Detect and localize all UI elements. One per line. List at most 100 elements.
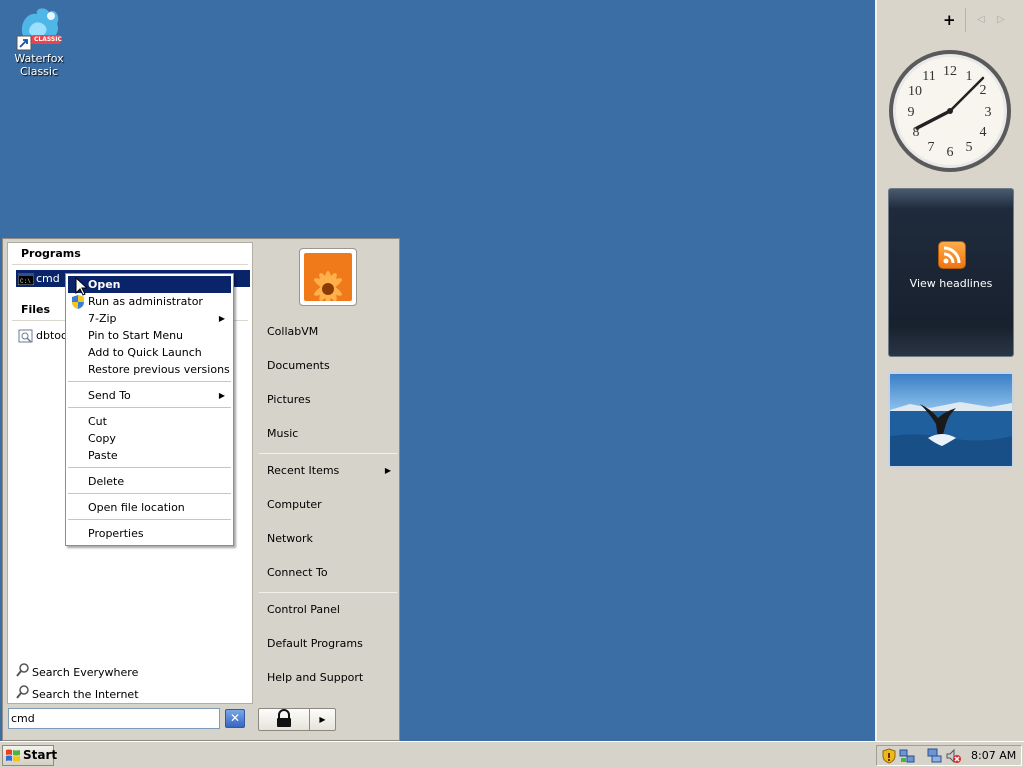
start-link-help-and-support[interactable]: Help and Support: [267, 668, 397, 688]
right-pane-divider: [259, 453, 397, 454]
cmd-icon: C:\: [17, 272, 35, 286]
slide-show-gadget[interactable]: [888, 372, 1014, 468]
clock-gadget[interactable]: 12 1 2 345 678 9 10 11: [887, 48, 1013, 174]
svg-text:3: 3: [985, 105, 992, 120]
network-disconnected-icon[interactable]: [927, 748, 943, 764]
analog-clock-icon: 12 12 345 678 91011: [889, 50, 1011, 172]
add-gadget-button[interactable]: +: [943, 10, 956, 30]
submenu-arrow-icon: ▶: [384, 466, 391, 475]
svg-text:4: 4: [980, 125, 987, 140]
desktop-icon-label-line1: Waterfox: [14, 52, 64, 65]
close-icon: ✕: [229, 711, 241, 725]
context-separator: [68, 381, 231, 383]
desktop-icon-waterfox[interactable]: CLASSIC Waterfox Classic: [6, 6, 72, 78]
send-to-label: Send To: [88, 389, 131, 402]
start-link-computer[interactable]: Computer: [267, 495, 397, 515]
lock-icon: [277, 709, 291, 727]
start-search-input[interactable]: cmd: [8, 708, 220, 729]
programs-heading: Programs: [21, 247, 81, 260]
taskbar: Start 8:07 AM: [0, 741, 1024, 768]
view-headlines-label[interactable]: View headlines: [889, 277, 1013, 290]
search-internet-link[interactable]: Search the Internet: [16, 685, 139, 703]
context-add-to-quick-launch[interactable]: Add to Quick Launch: [68, 344, 231, 361]
start-link-documents[interactable]: Documents: [267, 356, 397, 376]
start-link-network[interactable]: Network: [267, 529, 397, 549]
feed-headlines-gadget[interactable]: View headlines: [888, 188, 1014, 357]
context-separator: [68, 493, 231, 495]
context-cut[interactable]: Cut: [68, 413, 231, 430]
search-everywhere-link[interactable]: Search Everywhere: [16, 663, 138, 681]
rss-icon: [938, 241, 966, 269]
context-7zip[interactable]: 7-Zip ▶: [68, 310, 231, 327]
start-link-recent-items[interactable]: Recent Items ▶: [267, 461, 397, 481]
clear-search-button[interactable]: ✕: [225, 709, 245, 728]
start-link-connect-to[interactable]: Connect To: [267, 563, 397, 583]
files-heading: Files: [21, 303, 51, 316]
context-properties[interactable]: Properties: [68, 525, 231, 542]
run-as-admin-label: Run as administrator: [88, 295, 203, 308]
start-button[interactable]: Start: [2, 745, 58, 766]
svg-text:C:\: C:\: [20, 278, 31, 285]
lock-button[interactable]: [258, 708, 310, 731]
svg-text:9: 9: [908, 105, 915, 120]
search-icon: [16, 685, 32, 705]
programs-divider: [12, 264, 248, 265]
svg-text:12: 12: [943, 64, 957, 79]
context-open-file-location[interactable]: Open file location: [68, 499, 231, 516]
context-run-as-administrator[interactable]: Run as administrator: [68, 293, 231, 310]
previous-page-button[interactable]: ◁: [977, 10, 985, 30]
network-status-icon[interactable]: [899, 748, 915, 764]
context-paste[interactable]: Paste: [68, 447, 231, 464]
classic-badge: CLASSIC: [34, 36, 62, 43]
right-pane-divider: [259, 592, 397, 593]
submenu-arrow-icon: ▶: [218, 391, 225, 400]
uac-shield-icon: [72, 295, 84, 309]
mouse-cursor-icon: [75, 277, 87, 296]
context-send-to[interactable]: Send To ▶: [68, 387, 231, 404]
svg-text:10: 10: [908, 84, 922, 99]
volume-muted-icon[interactable]: [945, 748, 961, 764]
context-delete[interactable]: Delete: [68, 473, 231, 490]
search-internet-label: Search the Internet: [32, 688, 139, 701]
security-shield-icon[interactable]: [881, 748, 897, 764]
svg-text:5: 5: [966, 140, 973, 155]
search-everywhere-label: Search Everywhere: [32, 666, 139, 679]
windows-sidebar: + ◁ ▷ 12 1 2 345 678 9 10 11 View headli…: [875, 0, 1024, 741]
next-page-button[interactable]: ▷: [997, 10, 1005, 30]
start-link-control-panel[interactable]: Control Panel: [267, 600, 397, 620]
start-button-label: Start: [23, 748, 58, 762]
whale-tail-photo: [890, 374, 1012, 466]
recent-items-label: Recent Items: [267, 464, 340, 477]
submenu-arrow-icon: ▶: [218, 314, 225, 323]
7zip-label: 7-Zip: [88, 312, 117, 325]
file-item-dbtool[interactable]: dbtool: [16, 327, 71, 344]
user-picture[interactable]: [299, 248, 357, 306]
file-icon: [18, 329, 34, 343]
search-icon: [16, 663, 32, 683]
svg-text:7: 7: [928, 140, 935, 155]
context-pin-to-start-menu[interactable]: Pin to Start Menu: [68, 327, 231, 344]
taskbar-clock[interactable]: 8:07 AM: [971, 746, 1016, 765]
program-item-label: cmd: [36, 272, 60, 285]
start-menu-right-pane: CollabVM Documents Pictures Music Recent…: [255, 242, 399, 704]
context-open[interactable]: Open: [68, 276, 231, 293]
start-link-music[interactable]: Music: [267, 424, 397, 444]
notification-area: 8:07 AM: [876, 745, 1022, 766]
start-link-pictures[interactable]: Pictures: [267, 390, 397, 410]
desktop-icon-label-line2: Classic: [19, 65, 59, 78]
context-separator: [68, 467, 231, 469]
power-options-arrow-button[interactable]: ▶: [310, 708, 336, 731]
sidebar-control-divider: [965, 8, 966, 32]
context-menu: Open Run as administrator 7-Zip ▶ Pin to…: [65, 273, 234, 546]
start-link-collabvm[interactable]: CollabVM: [267, 322, 397, 342]
context-restore-previous-versions[interactable]: Restore previous versions: [68, 361, 231, 378]
waterfox-icon: CLASSIC: [15, 6, 63, 52]
start-link-default-programs[interactable]: Default Programs: [267, 634, 397, 654]
svg-text:2: 2: [980, 83, 987, 98]
context-separator: [68, 407, 231, 409]
desktop-icon-label: Waterfox Classic: [6, 52, 72, 78]
windows-flag-icon: [6, 749, 20, 762]
svg-text:11: 11: [922, 69, 935, 84]
context-copy[interactable]: Copy: [68, 430, 231, 447]
context-separator: [68, 519, 231, 521]
